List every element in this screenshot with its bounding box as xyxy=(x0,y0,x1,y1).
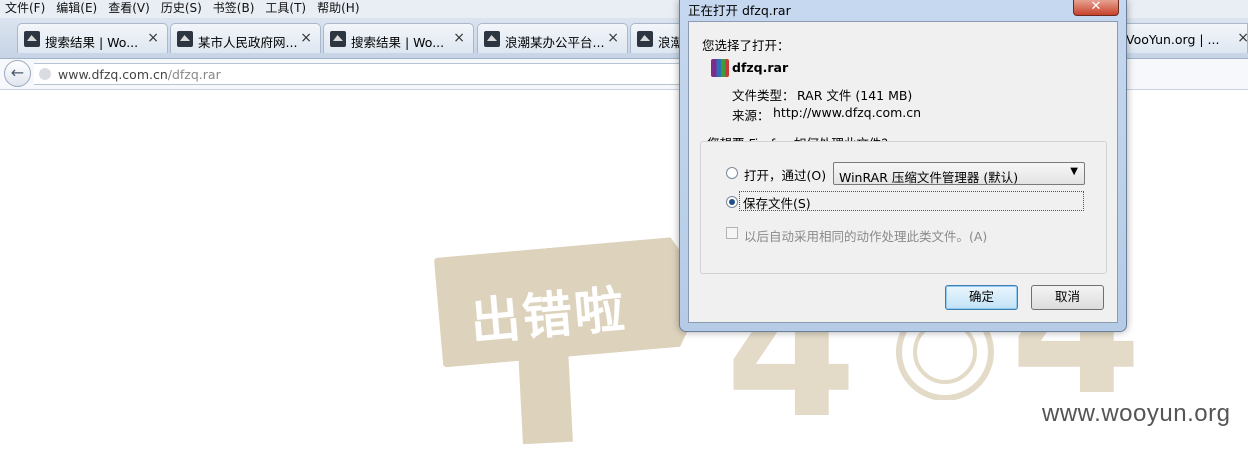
site-favicon-icon xyxy=(484,31,500,47)
tab-label: 搜索结果 | Wo... xyxy=(351,35,445,50)
url-text: www.dfzq.com.cn/dfzq.rar xyxy=(58,67,221,82)
dialog-body: 您选择了打开： dfzq.rar 文件类型： RAR 文件 (141 MB) 来… xyxy=(688,21,1118,323)
menu-view[interactable]: 查看(V) xyxy=(103,0,156,17)
dialog-close-button[interactable]: ✕ xyxy=(1073,0,1119,16)
site-favicon-icon xyxy=(177,31,193,47)
close-tab-icon[interactable]: × xyxy=(147,30,159,46)
menu-bookmarks[interactable]: 书签(B) xyxy=(208,0,261,17)
auto-action-label: 以后自动采用相同的动作处理此类文件。(A) xyxy=(744,229,988,244)
tab-label: 某市人民政府网... xyxy=(198,35,298,50)
url-path: /dfzq.rar xyxy=(167,67,221,82)
ok-button[interactable]: 确定 xyxy=(945,285,1018,310)
open-with-label: 打开，通过(O) xyxy=(744,168,827,183)
close-tab-icon[interactable]: × xyxy=(300,30,312,46)
url-domain: www.dfzq.com.cn xyxy=(58,67,168,82)
tab-label: 搜索结果 | Wo... xyxy=(45,35,139,50)
tab-1[interactable]: 搜索结果 | Wo... × xyxy=(17,23,168,53)
site-favicon-icon xyxy=(24,31,40,47)
tab-right[interactable]: VooYun.org | ... × xyxy=(1121,23,1248,53)
save-file-label: 保存文件(S) xyxy=(743,196,811,211)
site-favicon-icon xyxy=(637,31,653,47)
tab-4[interactable]: 浪潮某办公平台... × xyxy=(477,23,628,53)
close-tab-icon[interactable]: × xyxy=(1237,30,1248,46)
tab-label: VooYun.org | ... xyxy=(1126,32,1220,47)
application-select-value: WinRAR 压缩文件管理器 (默认) xyxy=(839,170,1019,185)
error-sign-text: 出错啦 xyxy=(468,280,629,352)
dropdown-arrow-icon: ▼ xyxy=(1070,166,1078,177)
site-favicon-icon xyxy=(330,31,346,47)
menu-tools[interactable]: 工具(T) xyxy=(260,0,312,17)
open-with-radio[interactable] xyxy=(726,167,738,179)
source-value: http://www.dfzq.com.cn xyxy=(773,105,922,120)
tab-label: 浪潮某办公平台... xyxy=(505,35,605,50)
menu-file[interactable]: 文件(F) xyxy=(0,0,51,17)
url-bar[interactable]: www.dfzq.com.cn/dfzq.rar xyxy=(34,63,734,85)
close-tab-icon[interactable]: × xyxy=(453,30,465,46)
cancel-button[interactable]: 取消 xyxy=(1031,285,1104,310)
tab-3[interactable]: 搜索结果 | Wo... × xyxy=(323,23,474,53)
menu-history[interactable]: 历史(S) xyxy=(156,0,208,17)
file-type-value: RAR 文件 (141 MB) xyxy=(797,88,913,103)
dialog-intro: 您选择了打开： xyxy=(702,38,790,53)
file-type-label: 文件类型： xyxy=(732,88,795,103)
menu-help[interactable]: 帮助(H) xyxy=(312,0,365,17)
back-button[interactable]: ← xyxy=(4,60,31,87)
file-name: dfzq.rar xyxy=(732,60,789,75)
watermark: www.wooyun.org xyxy=(1042,400,1231,427)
application-select[interactable]: WinRAR 压缩文件管理器 (默认) ▼ xyxy=(833,162,1085,185)
globe-icon xyxy=(39,68,51,80)
tab-2[interactable]: 某市人民政府网... × xyxy=(170,23,321,53)
close-tab-icon[interactable]: × xyxy=(607,30,619,46)
menu-edit[interactable]: 编辑(E) xyxy=(51,0,103,17)
open-file-dialog: 正在打开 dfzq.rar ✕ 您选择了打开： dfzq.rar 文件类型： R… xyxy=(679,0,1127,332)
source-label: 来源： xyxy=(732,108,770,123)
auto-action-checkbox[interactable] xyxy=(726,227,738,239)
dialog-title: 正在打开 dfzq.rar xyxy=(688,3,791,18)
save-file-radio[interactable] xyxy=(726,196,738,208)
rar-file-icon xyxy=(711,59,729,77)
